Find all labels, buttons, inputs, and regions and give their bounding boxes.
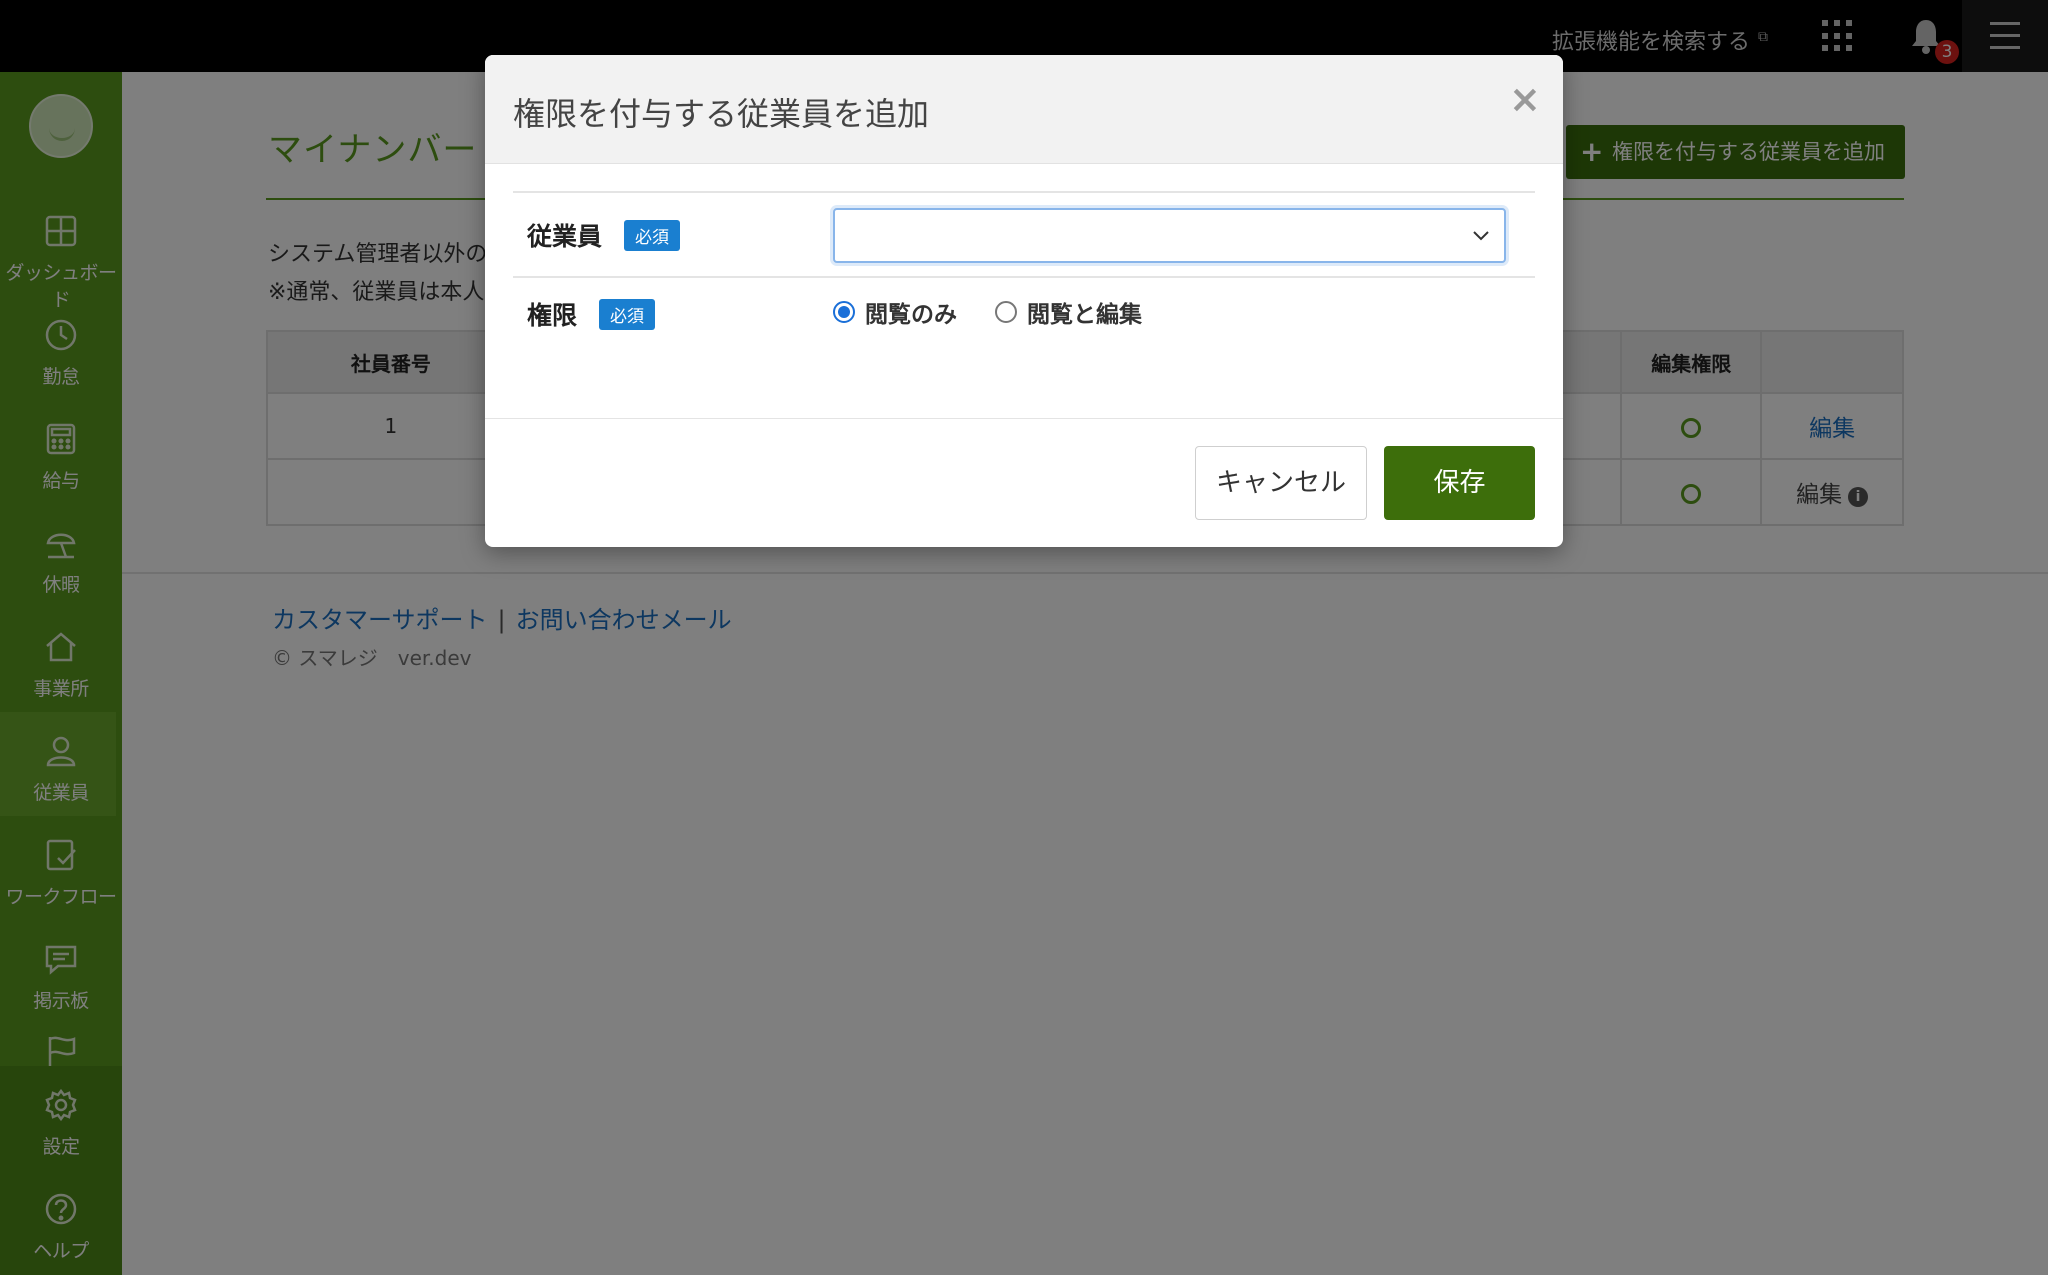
radio-view-only[interactable]: 閲覧のみ [833,295,957,329]
modal-header: 権限を付与する従業員を追加 × [485,55,1563,164]
modal-title: 権限を付与する従業員を追加 [513,95,930,133]
cancel-button[interactable]: キャンセル [1195,446,1367,520]
permission-field-label: 権限 必須 [527,296,656,332]
radio-button[interactable] [995,301,1017,323]
radio-button-checked[interactable] [833,301,855,323]
employee-label: 従業員 [527,222,603,251]
required-badge: 必須 [599,298,656,330]
form-divider [513,191,1535,193]
form-divider [513,276,1535,278]
close-icon[interactable]: × [1509,77,1541,121]
employee-select[interactable] [833,208,1506,263]
add-permission-modal: 権限を付与する従業員を追加 × 従業員 必須 権限 必須 閲覧のみ 閲覧と編集 … [485,55,1563,547]
permission-label: 権限 [527,301,578,330]
radio-view-edit[interactable]: 閲覧と編集 [995,295,1142,329]
required-badge: 必須 [624,219,681,251]
chevron-down-icon [1473,231,1489,241]
employee-field-label: 従業員 必須 [527,217,681,253]
radio-view-edit-label: 閲覧と編集 [1027,302,1142,328]
modal-footer-divider [485,418,1563,419]
permission-radio-group: 閲覧のみ 閲覧と編集 [833,295,1142,329]
radio-view-only-label: 閲覧のみ [865,302,957,328]
save-button[interactable]: 保存 [1384,446,1535,520]
